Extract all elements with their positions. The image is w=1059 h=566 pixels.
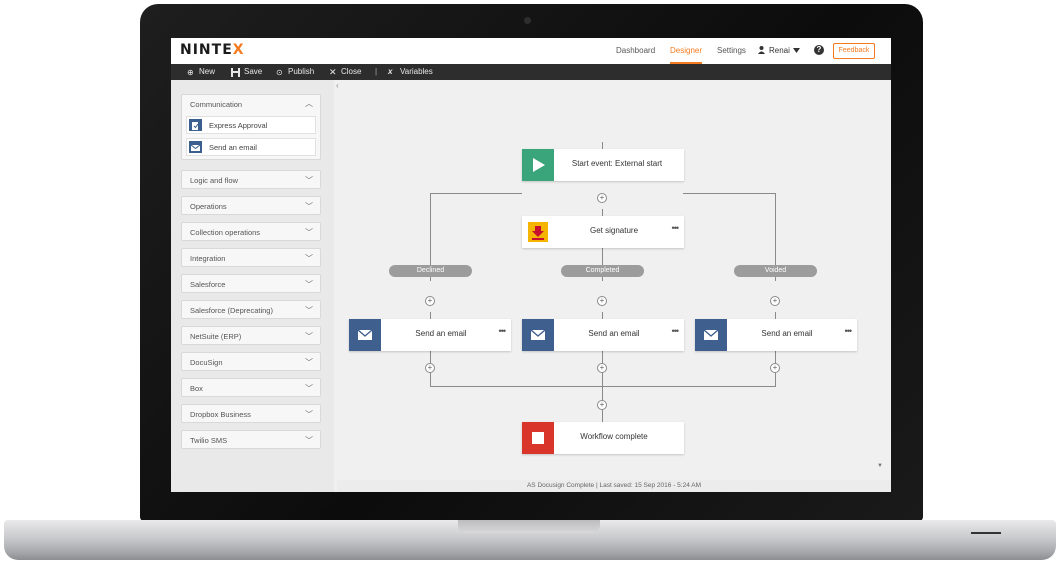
action-toolbox: Communication ︿ Express Approval Send an… — [171, 80, 334, 492]
new-button[interactable]: New — [199, 67, 215, 76]
tool-label: Express Approval — [209, 121, 268, 130]
connector — [683, 193, 775, 194]
scroll-down-icon[interactable]: ▼ — [877, 463, 883, 469]
chevron-down-icon: ﹀ — [305, 176, 313, 185]
chevron-down-icon: ﹀ — [305, 358, 313, 367]
toolbox-group-box[interactable]: Box ﹀ — [181, 378, 321, 397]
email-icon — [189, 141, 202, 153]
group-label: Communication — [190, 100, 243, 109]
toolbox-group-dropbox-business[interactable]: Dropbox Business ﹀ — [181, 404, 321, 423]
chevron-down-icon: ﹀ — [305, 384, 313, 393]
node-get-signature[interactable]: Get signature ••• — [522, 216, 684, 248]
add-step-icon[interactable]: + — [597, 296, 607, 306]
add-step-icon[interactable]: + — [425, 296, 435, 306]
workflow-canvas[interactable]: Start event: External start + Get signat… — [337, 80, 891, 480]
chevron-up-icon[interactable]: ︿ — [305, 98, 313, 109]
add-step-icon[interactable]: + — [770, 363, 780, 373]
designer-toolbar: ⊕ New Save ⊙ Publish ✕ Close | x Variabl… — [171, 64, 891, 80]
chevron-down-icon: ﹀ — [305, 228, 313, 237]
variables-button[interactable]: Variables — [400, 67, 433, 76]
publish-icon[interactable]: ⊙ — [276, 68, 283, 77]
toolbox-group-netsuite[interactable]: NetSuite (ERP) ﹀ — [181, 326, 321, 345]
toolbox-group-collection-operations[interactable]: Collection operations ﹀ — [181, 222, 321, 241]
webcam — [524, 17, 531, 24]
toolbox-group-communication[interactable]: Communication ︿ Express Approval Send an… — [181, 94, 321, 160]
toolbox-group-docusign[interactable]: DocuSign ﹀ — [181, 352, 321, 371]
nav-designer[interactable]: Designer — [670, 46, 702, 55]
top-nav-bar: NINTEX Dashboard Designer Settings Renai… — [171, 38, 891, 65]
tool-send-email[interactable]: Send an email — [186, 138, 316, 156]
status-bar: AS Docusign Complete | Last saved: 15 Se… — [337, 480, 891, 492]
docusign-icon — [522, 216, 554, 248]
more-options-icon[interactable]: ••• — [845, 326, 853, 336]
tool-express-approval[interactable]: Express Approval — [186, 116, 316, 134]
chevron-down-icon: ﹀ — [305, 332, 313, 341]
node-label: Send an email — [761, 329, 813, 338]
chevron-down-icon: ﹀ — [305, 410, 313, 419]
add-step-icon[interactable]: + — [425, 363, 435, 373]
node-workflow-complete[interactable]: Workflow complete — [522, 422, 684, 454]
node-label: Send an email — [588, 329, 640, 338]
toolbox-group-operations[interactable]: Operations ﹀ — [181, 196, 321, 215]
toolbar-divider: | — [375, 67, 378, 76]
more-options-icon[interactable]: ••• — [672, 223, 680, 233]
more-options-icon[interactable]: ••• — [499, 326, 507, 336]
toolbox-group-salesforce[interactable]: Salesforce ﹀ — [181, 274, 321, 293]
chevron-down-icon: ﹀ — [305, 436, 313, 445]
email-icon — [349, 319, 381, 351]
node-label: Start event: External start — [571, 159, 663, 168]
connector — [430, 193, 522, 194]
nav-settings[interactable]: Settings — [717, 46, 746, 55]
node-send-email-declined[interactable]: Send an email ••• — [349, 319, 511, 351]
node-start-event[interactable]: Start event: External start — [522, 149, 684, 181]
play-icon — [522, 149, 554, 181]
laptop-notch — [458, 520, 600, 533]
nintex-logo: NINTEX — [180, 42, 245, 58]
close-icon[interactable]: ✕ — [329, 67, 337, 78]
user-icon — [758, 46, 765, 54]
publish-button[interactable]: Publish — [288, 67, 314, 76]
node-label: Workflow complete — [580, 432, 648, 441]
node-send-email-voided[interactable]: Send an email ••• — [695, 319, 857, 351]
new-icon[interactable]: ⊕ — [187, 68, 194, 77]
express-approval-icon — [189, 119, 202, 131]
help-icon[interactable]: ? — [814, 45, 824, 55]
laptop-led — [971, 532, 1001, 534]
app-screen: NINTEX Dashboard Designer Settings Renai… — [171, 38, 891, 492]
close-button[interactable]: Close — [341, 67, 361, 76]
toolbox-group-logic-and-flow[interactable]: Logic and flow ﹀ — [181, 170, 321, 189]
branch-completed[interactable]: Completed — [561, 265, 644, 277]
connector — [430, 386, 776, 387]
toolbox-group-twilio-sms[interactable]: Twilio SMS ﹀ — [181, 430, 321, 449]
add-step-icon[interactable]: + — [597, 193, 607, 203]
node-send-email-completed[interactable]: Send an email ••• — [522, 319, 684, 351]
branch-declined[interactable]: Declined — [389, 265, 472, 277]
email-icon — [522, 319, 554, 351]
node-label: Get signature — [589, 226, 639, 235]
variables-icon[interactable]: x — [388, 67, 392, 76]
chevron-down-icon: ﹀ — [305, 202, 313, 211]
more-options-icon[interactable]: ••• — [672, 326, 680, 336]
tool-label: Send an email — [209, 143, 257, 152]
node-label: Send an email — [415, 329, 467, 338]
branch-voided[interactable]: Voided — [734, 265, 817, 277]
user-menu[interactable]: Renai — [769, 46, 790, 55]
add-step-icon[interactable]: + — [597, 363, 607, 373]
toolbox-group-integration[interactable]: Integration ﹀ — [181, 248, 321, 267]
add-step-icon[interactable]: + — [770, 296, 780, 306]
nav-dashboard[interactable]: Dashboard — [616, 46, 655, 55]
email-icon — [695, 319, 727, 351]
chevron-down-icon: ﹀ — [305, 306, 313, 315]
feedback-button[interactable]: Feedback — [833, 43, 875, 59]
chevron-down-icon: ﹀ — [305, 254, 313, 263]
save-button[interactable]: Save — [244, 67, 262, 76]
toolbox-group-salesforce-deprecating[interactable]: Salesforce (Deprecating) ﹀ — [181, 300, 321, 319]
stop-icon — [522, 422, 554, 454]
chevron-down-icon[interactable] — [793, 48, 800, 53]
add-step-icon[interactable]: + — [597, 400, 607, 410]
chevron-down-icon: ﹀ — [305, 280, 313, 289]
save-icon[interactable] — [231, 68, 240, 77]
collapse-toolbox-icon[interactable]: ‹ — [336, 81, 345, 93]
